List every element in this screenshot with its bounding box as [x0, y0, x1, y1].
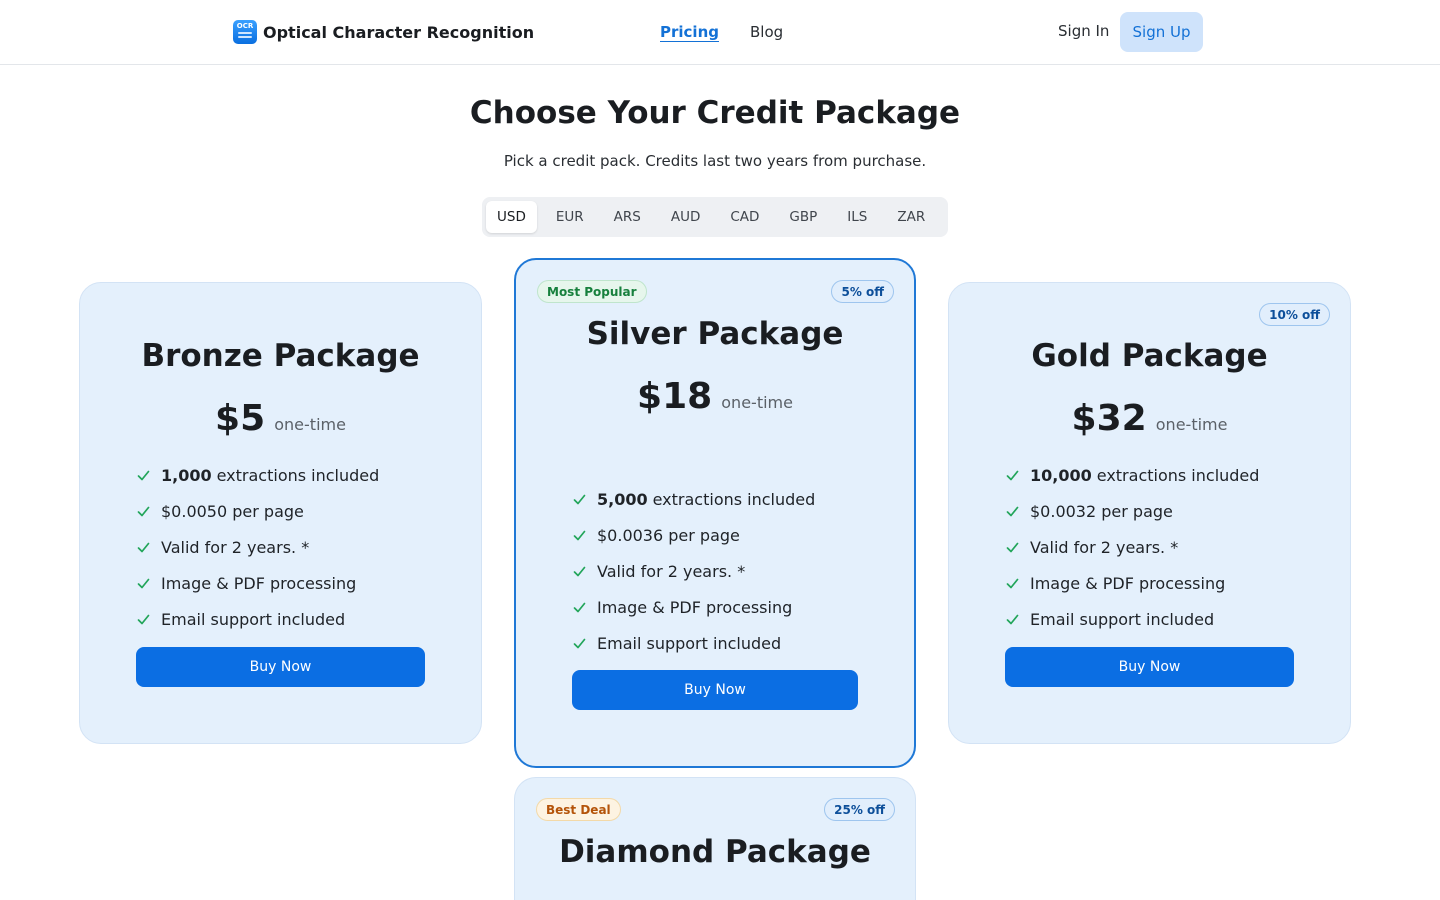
feature-item: Valid for 2 years. *: [1006, 529, 1259, 565]
feature-item: Image & PDF processing: [137, 565, 379, 601]
package-card-diamond: Best Deal 25% off Diamond Package: [514, 777, 916, 900]
ocr-logo-icon: OCR: [233, 20, 257, 44]
buy-now-button[interactable]: Buy Now: [572, 670, 858, 710]
currency-option-ars[interactable]: ARS: [603, 201, 652, 233]
package-card-silver: Most Popular 5% off Silver Package $18 o…: [514, 258, 916, 768]
discount-badge: 5% off: [831, 280, 894, 303]
currency-option-zar[interactable]: ZAR: [886, 201, 936, 233]
package-price: $18: [637, 376, 713, 417]
feature-item: $0.0032 per page: [1006, 493, 1259, 529]
feature-list: 10,000 extractions included $0.0032 per p…: [1006, 457, 1259, 637]
best-deal-badge: Best Deal: [536, 798, 621, 821]
currency-option-cad[interactable]: CAD: [719, 201, 770, 233]
nav-link-blog[interactable]: Blog: [750, 23, 783, 41]
feature-item: Image & PDF processing: [1006, 565, 1259, 601]
page-title: Choose Your Credit Package: [469, 95, 961, 131]
package-price: $5: [215, 398, 266, 439]
check-icon: [1006, 470, 1019, 480]
brand-name: Optical Character Recognition: [263, 22, 535, 42]
sign-in-link[interactable]: Sign In: [1058, 22, 1109, 40]
feature-item: 5,000 extractions included: [573, 481, 815, 517]
package-price: $32: [1071, 398, 1147, 439]
check-icon: [573, 494, 586, 504]
package-card-bronze: Bronze Package $5 one-time 1,000 extracti…: [79, 282, 482, 744]
most-popular-badge: Most Popular: [537, 280, 647, 303]
currency-selector: USD EUR ARS AUD CAD GBP ILS ZAR: [482, 197, 948, 237]
feature-list: 1,000 extractions included $0.0050 per pa…: [137, 457, 379, 637]
price-unit: one-time: [1155, 415, 1228, 434]
brand[interactable]: OCR Optical Character Recognition: [233, 19, 534, 45]
price-unit: one-time: [721, 393, 793, 412]
package-title: Silver Package: [586, 316, 844, 352]
check-icon: [137, 578, 150, 588]
check-icon: [137, 542, 150, 552]
feature-item: Image & PDF processing: [573, 589, 815, 625]
check-icon: [1006, 614, 1019, 624]
currency-option-ils[interactable]: ILS: [836, 201, 878, 233]
feature-item: $0.0036 per page: [573, 517, 815, 553]
page-subtitle: Pick a credit pack. Credits last two yea…: [503, 152, 927, 170]
buy-now-button[interactable]: Buy Now: [136, 647, 425, 687]
check-icon: [137, 506, 150, 516]
price-row: $32 one-time: [949, 398, 1350, 439]
check-icon: [137, 470, 150, 480]
nav-links: Pricing Blog: [660, 23, 783, 41]
feature-item: Email support included: [1006, 601, 1259, 637]
package-title: Gold Package: [1031, 338, 1268, 374]
price-row: $18 one-time: [516, 376, 914, 417]
price-row: $5 one-time: [80, 398, 481, 439]
feature-item: Email support included: [573, 625, 815, 661]
feature-list: 5,000 extractions included $0.0036 per pa…: [573, 481, 815, 661]
currency-option-eur[interactable]: EUR: [545, 201, 595, 233]
feature-item: 1,000 extractions included: [137, 457, 379, 493]
feature-item: Email support included: [137, 601, 379, 637]
check-icon: [573, 638, 586, 648]
discount-badge: 10% off: [1259, 303, 1330, 326]
feature-item: Valid for 2 years. *: [137, 529, 379, 565]
package-title: Bronze Package: [141, 338, 420, 374]
feature-item: 10,000 extractions included: [1006, 457, 1259, 493]
check-icon: [573, 602, 586, 612]
feature-item: $0.0050 per page: [137, 493, 379, 529]
package-title: Diamond Package: [559, 834, 871, 870]
currency-option-aud[interactable]: AUD: [660, 201, 712, 233]
sign-up-button[interactable]: Sign Up: [1120, 12, 1203, 52]
top-nav: OCR Optical Character Recognition Pricin…: [0, 0, 1440, 65]
check-icon: [573, 530, 586, 540]
check-icon: [1006, 542, 1019, 552]
buy-now-button[interactable]: Buy Now: [1005, 647, 1294, 687]
check-icon: [1006, 578, 1019, 588]
package-card-gold: 10% off Gold Package $32 one-time 10,000…: [948, 282, 1351, 744]
currency-option-usd[interactable]: USD: [486, 201, 537, 233]
currency-option-gbp[interactable]: GBP: [778, 201, 828, 233]
check-icon: [1006, 506, 1019, 516]
check-icon: [573, 566, 586, 576]
price-unit: one-time: [274, 415, 346, 434]
discount-badge: 25% off: [824, 798, 895, 821]
nav-link-pricing[interactable]: Pricing: [660, 23, 719, 41]
feature-item: Valid for 2 years. *: [573, 553, 815, 589]
check-icon: [137, 614, 150, 624]
